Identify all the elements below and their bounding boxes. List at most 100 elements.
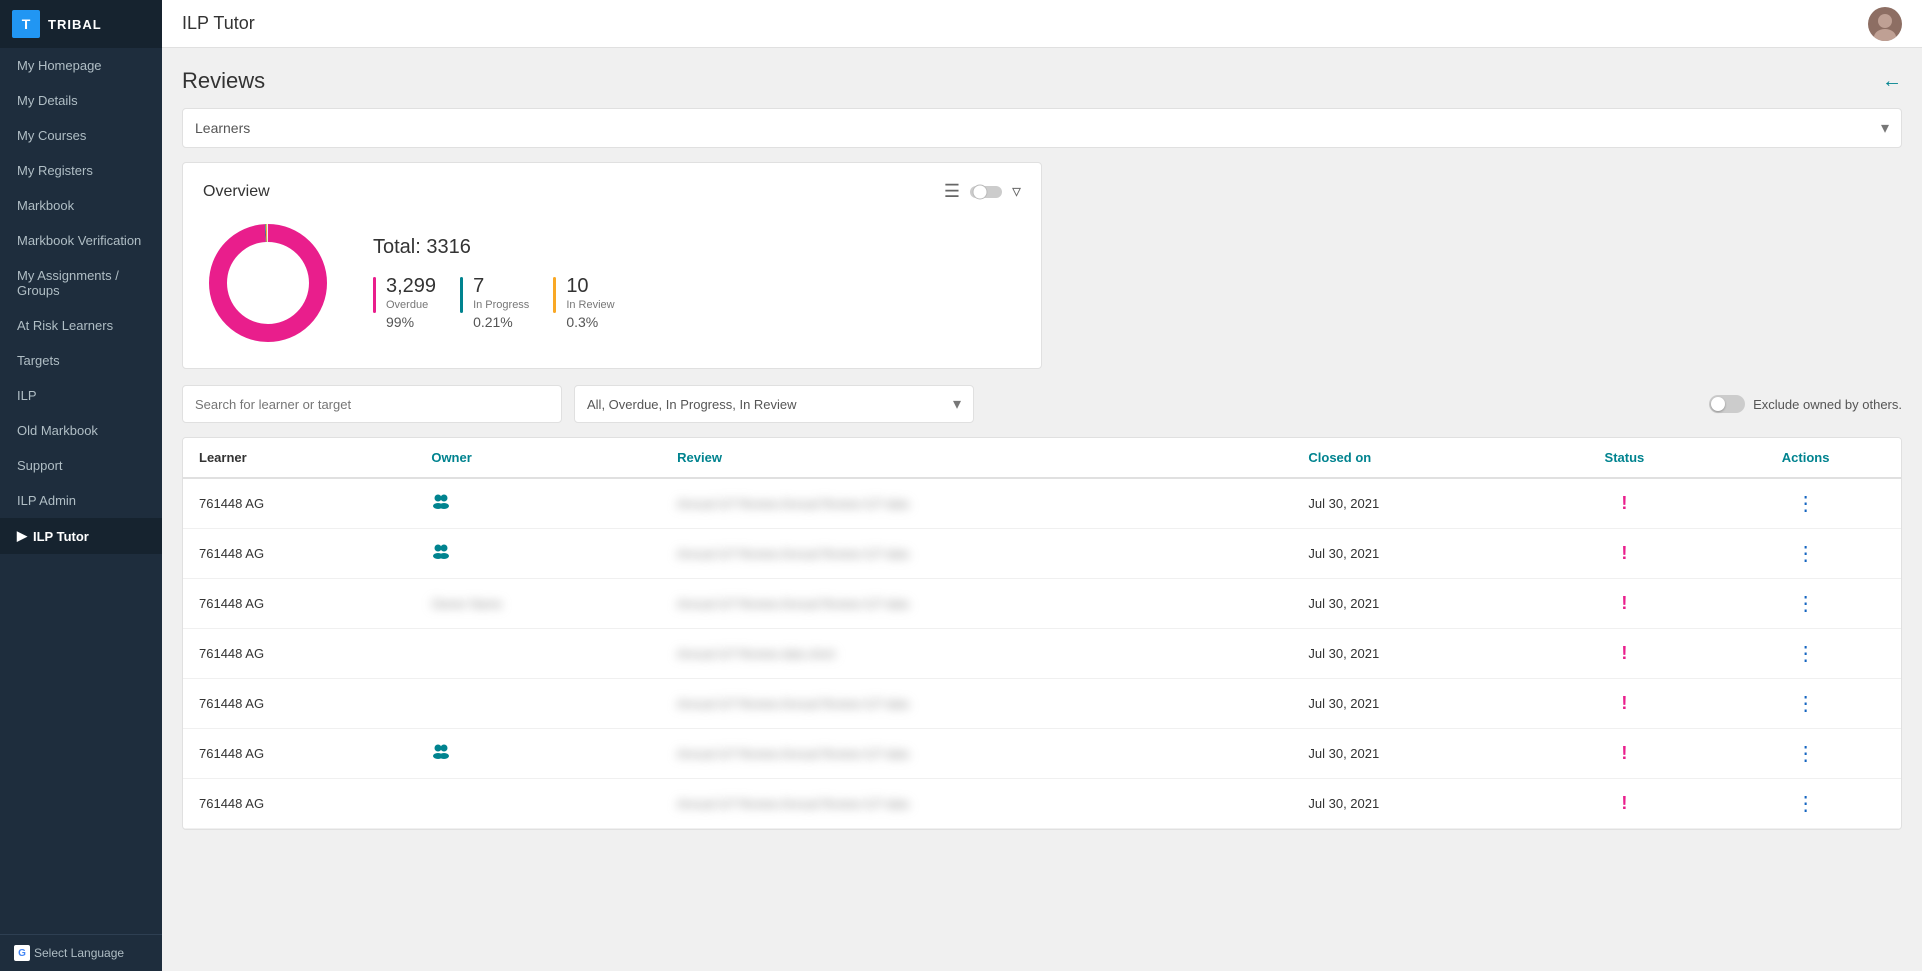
exclude-toggle[interactable] xyxy=(1709,395,1745,413)
status-overdue-icon: ! xyxy=(1555,793,1695,814)
status-cell: ! xyxy=(1539,478,1711,529)
col-header-learner: Learner xyxy=(183,438,415,478)
toggle-knob xyxy=(1711,397,1725,411)
overdue-col: 3,299 Overdue 99% xyxy=(386,275,436,330)
toggle-icon[interactable] xyxy=(970,183,1002,201)
col-header-owner: Owner xyxy=(415,438,661,478)
closed-on-cell: Jul 30, 2021 xyxy=(1292,729,1538,779)
back-button[interactable]: ← xyxy=(1882,70,1902,93)
actions-menu-icon[interactable]: ⋮ xyxy=(1726,691,1885,716)
stat-overdue: 3,299 Overdue 99% xyxy=(373,275,436,330)
sidebar-item-my-registers[interactable]: My Registers xyxy=(0,153,162,188)
review-cell: Annual ILP Review Annual Review ILP data xyxy=(661,579,1292,629)
table-row: 761448 AG Owner Name Annual ILP Review A… xyxy=(183,579,1901,629)
overview-header: Overview ☰ ▿ xyxy=(203,181,1021,202)
review-cell: Annual ILP Review data short xyxy=(661,629,1292,679)
learners-dropdown-label: Learners xyxy=(195,120,250,136)
filter-icon[interactable]: ▿ xyxy=(1012,181,1021,202)
table-row: 761448 AG Annual ILP R xyxy=(183,729,1901,779)
sidebar-item-my-courses[interactable]: My Courses xyxy=(0,118,162,153)
sidebar-item-my-homepage[interactable]: My Homepage xyxy=(0,48,162,83)
list-view-icon[interactable]: ☰ xyxy=(944,181,960,202)
logo: T xyxy=(12,10,40,38)
closed-on-cell: Jul 30, 2021 xyxy=(1292,679,1538,729)
sidebar-item-support[interactable]: Support xyxy=(0,448,162,483)
owner-cell xyxy=(415,679,661,729)
actions-menu-icon[interactable]: ⋮ xyxy=(1726,591,1885,616)
sidebar-item-ilp-tutor[interactable]: ▶ ILP Tutor xyxy=(0,518,162,554)
brand-name: TRIBAL xyxy=(48,17,102,32)
sidebar-item-old-markbook[interactable]: Old Markbook xyxy=(0,413,162,448)
actions-menu-icon[interactable]: ⋮ xyxy=(1726,541,1885,566)
table-row: 761448 AG Annual ILP R xyxy=(183,478,1901,529)
table-header-row: Learner Owner Review Closed on Status Ac… xyxy=(183,438,1901,478)
table-row: 761448 AG Annual ILP R xyxy=(183,529,1901,579)
topbar: ILP Tutor xyxy=(162,0,1922,48)
learner-cell: 761448 AG xyxy=(183,679,415,729)
col-header-review: Review xyxy=(661,438,1292,478)
learners-dropdown[interactable]: Learners ▾ xyxy=(182,108,1902,148)
sidebar-item-markbook[interactable]: Markbook xyxy=(0,188,162,223)
status-cell: ! xyxy=(1539,679,1711,729)
actions-cell[interactable]: ⋮ xyxy=(1710,579,1901,629)
actions-menu-icon[interactable]: ⋮ xyxy=(1726,741,1885,766)
exclude-label: Exclude owned by others. xyxy=(1753,397,1902,412)
inreview-pct: 0.3% xyxy=(566,314,614,330)
sidebar-item-my-details[interactable]: My Details xyxy=(0,83,162,118)
avatar[interactable] xyxy=(1868,7,1902,41)
sidebar-item-markbook-verification[interactable]: Markbook Verification xyxy=(0,223,162,258)
sidebar-item-targets[interactable]: Targets xyxy=(0,343,162,378)
table-row: 761448 AG Annual ILP Review Annual Revie… xyxy=(183,779,1901,829)
inprogress-bar xyxy=(460,277,463,313)
overview-card: Overview ☰ ▿ xyxy=(182,162,1042,369)
stat-inreview: 10 In Review 0.3% xyxy=(553,275,614,330)
sidebar-footer: G Select Language xyxy=(0,934,162,971)
status-overdue-icon: ! xyxy=(1555,643,1695,664)
closed-on-cell: Jul 30, 2021 xyxy=(1292,629,1538,679)
owner-cell xyxy=(415,779,661,829)
col-header-actions: Actions xyxy=(1710,438,1901,478)
actions-cell[interactable]: ⋮ xyxy=(1710,629,1901,679)
actions-menu-icon[interactable]: ⋮ xyxy=(1726,491,1885,516)
sidebar-item-at-risk-learners[interactable]: At Risk Learners xyxy=(0,308,162,343)
actions-cell[interactable]: ⋮ xyxy=(1710,478,1901,529)
actions-menu-icon[interactable]: ⋮ xyxy=(1726,641,1885,666)
learner-cell: 761448 AG xyxy=(183,729,415,779)
overview-stats: Total: 3316 3,299 Overdue 99% xyxy=(373,236,615,330)
owner-cell xyxy=(415,529,661,579)
status-filter-dropdown[interactable]: All, Overdue, In Progress, In Review ▾ xyxy=(574,385,974,423)
sidebar-item-ilp[interactable]: ILP xyxy=(0,378,162,413)
sidebar-item-ilp-admin[interactable]: ILP Admin xyxy=(0,483,162,518)
google-icon: G xyxy=(14,945,30,961)
actions-menu-icon[interactable]: ⋮ xyxy=(1726,791,1885,816)
status-overdue-icon: ! xyxy=(1555,593,1695,614)
status-cell: ! xyxy=(1539,579,1711,629)
owner-cell xyxy=(415,478,661,529)
status-overdue-icon: ! xyxy=(1555,543,1695,564)
actions-cell[interactable]: ⋮ xyxy=(1710,779,1901,829)
sidebar-nav: My Homepage My Details My Courses My Reg… xyxy=(0,48,162,934)
actions-cell[interactable]: ⋮ xyxy=(1710,529,1901,579)
stat-inprogress: 7 In Progress 0.21% xyxy=(460,275,529,330)
learner-cell: 761448 AG xyxy=(183,579,415,629)
actions-cell[interactable]: ⋮ xyxy=(1710,679,1901,729)
status-overdue-icon: ! xyxy=(1555,493,1695,514)
learner-cell: 761448 AG xyxy=(183,779,415,829)
inreview-bar xyxy=(553,277,556,313)
sidebar-item-my-assignments-groups[interactable]: My Assignments / Groups xyxy=(0,258,162,308)
search-input[interactable] xyxy=(195,397,549,412)
closed-on-cell: Jul 30, 2021 xyxy=(1292,779,1538,829)
closed-on-cell: Jul 30, 2021 xyxy=(1292,529,1538,579)
overview-icons: ☰ ▿ xyxy=(944,181,1021,202)
select-language-label[interactable]: Select Language xyxy=(34,946,124,960)
actions-cell[interactable]: ⋮ xyxy=(1710,729,1901,779)
closed-on-cell: Jul 30, 2021 xyxy=(1292,579,1538,629)
inreview-col: 10 In Review 0.3% xyxy=(566,275,614,330)
owner-cell xyxy=(415,729,661,779)
total-label: Total: 3316 xyxy=(373,236,615,259)
overdue-pct: 99% xyxy=(386,314,436,330)
col-header-status: Status xyxy=(1539,438,1711,478)
overview-title: Overview xyxy=(203,183,270,201)
filter-row: All, Overdue, In Progress, In Review ▾ E… xyxy=(182,385,1902,423)
reviews-table: Learner Owner Review Closed on Status Ac… xyxy=(182,437,1902,830)
